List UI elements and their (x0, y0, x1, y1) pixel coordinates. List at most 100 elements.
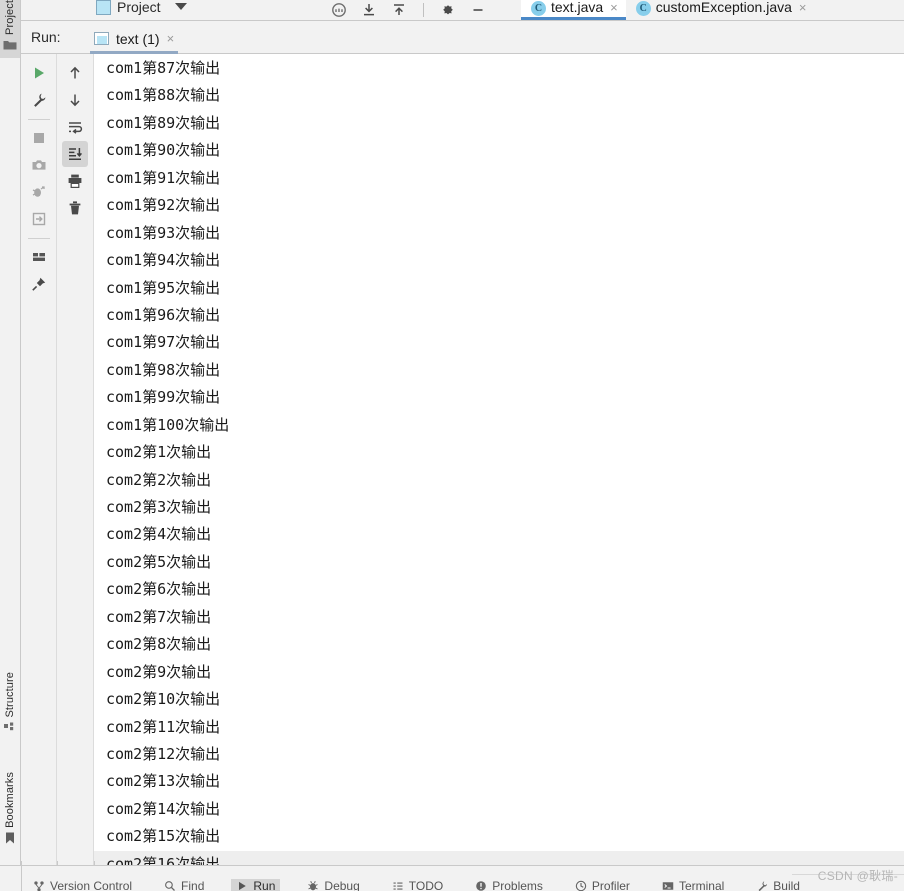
close-icon[interactable]: × (610, 0, 618, 15)
arrow-up-icon (70, 66, 80, 79)
attach-console-button[interactable] (26, 206, 52, 232)
bottom-bar-item-version-control[interactable]: Version Control (28, 879, 137, 891)
editor-tab-label: customException.java (655, 0, 792, 15)
console-line: com1第94次输出 (106, 251, 221, 270)
ide-window: Project Structure Bookmarks Project C te… (0, 0, 904, 891)
layout-settings-button[interactable] (26, 244, 52, 270)
run-toolbar-primary (21, 54, 57, 865)
bottom-bar-item-profiler[interactable]: Profiler (570, 879, 635, 891)
console-line: com1第91次输出 (106, 168, 221, 187)
chevron-down-icon[interactable] (174, 2, 187, 10)
bottom-bar-items: Version Control Find Run Debug TODO Problems P… (28, 879, 805, 891)
project-toolbar (331, 0, 486, 20)
search-icon (164, 880, 176, 891)
console-lines: com1第87次输出 com1第88次输出 com1第89次输出 com1第90次输出… (94, 54, 904, 865)
version-control-icon (33, 880, 45, 891)
bottom-bar-item-label: Version Control (50, 879, 133, 891)
console-line: com2第3次输出 (106, 498, 212, 516)
console-line: com1第97次输出 (106, 333, 221, 352)
bottom-bar-item-problems[interactable]: Problems (470, 879, 548, 891)
console-line: com2第11次输出 (106, 717, 221, 736)
bottom-bar-item-run[interactable]: Run (231, 879, 281, 891)
toolbar-divider (27, 119, 50, 120)
sidebar-item-bookmarks-label: Bookmarks (4, 772, 16, 828)
pin-tab-button[interactable] (26, 271, 52, 297)
project-tool-window-header[interactable]: Project (21, 0, 221, 20)
console-output[interactable]: com1第87次输出 com1第88次输出 com1第89次输出 com1第90次输出… (94, 54, 904, 865)
run-tab-text-1[interactable]: text (1) × (84, 23, 184, 54)
bottom-bar-item-label: Build (773, 879, 800, 891)
todo-icon (392, 880, 404, 891)
close-icon[interactable]: × (167, 31, 175, 46)
bottom-bar-item-label: TODO (408, 879, 444, 891)
collapse-up-icon[interactable] (391, 2, 407, 18)
up-the-stack-trace-button[interactable] (62, 60, 88, 86)
console-line: com1第88次输出 (106, 86, 221, 105)
project-header-label: Project (117, 0, 161, 15)
bottom-bar-item-label: Debug (324, 879, 360, 891)
trash-icon (69, 201, 81, 215)
down-the-stack-trace-button[interactable] (62, 87, 88, 113)
clear-all-button[interactable] (62, 195, 88, 221)
bottom-bar-item-label: Terminal (678, 879, 725, 891)
arrow-down-icon (70, 94, 80, 107)
console-line: com1第93次输出 (106, 223, 221, 242)
settings-gear-icon[interactable] (440, 2, 456, 18)
print-button[interactable] (62, 168, 88, 194)
sidebar-item-structure[interactable]: Structure (0, 672, 20, 764)
editor-tab-bar: C text.java × C customException.java × (521, 0, 815, 21)
close-icon[interactable]: × (799, 0, 807, 15)
stop-button[interactable] (26, 125, 52, 151)
bottom-bar-item-find[interactable]: Find (159, 879, 209, 891)
scroll-to-end-button[interactable] (62, 141, 88, 167)
expand-down-icon[interactable] (361, 2, 377, 18)
bottom-bar-item-debug[interactable]: Debug (302, 879, 364, 891)
console-line: com2第7次输出 (106, 607, 212, 626)
rerun-button[interactable] (26, 60, 52, 86)
bottom-bar-item-label: Problems (492, 879, 543, 891)
console-line: com1第90次输出 (106, 141, 221, 160)
top-strip: Project C text.java × C customException.… (21, 0, 904, 21)
build-icon (756, 880, 768, 891)
bottom-bar-item-terminal[interactable]: Terminal (657, 879, 729, 891)
console-line: com2第14次输出 (106, 799, 221, 818)
sidebar-item-project[interactable]: Project (0, 0, 20, 58)
run-tab-label: text (1) (116, 30, 160, 47)
edit-configuration-button[interactable] (26, 87, 52, 113)
printer-icon (68, 174, 82, 188)
run-tool-window-header: Run: text (1) × (21, 21, 904, 54)
dump-threads-button[interactable] (26, 152, 52, 178)
console-line: com2第13次输出 (106, 772, 221, 791)
console-line: com2第4次输出 (106, 525, 212, 544)
editor-tab-text-java[interactable]: C text.java × (521, 0, 626, 20)
pin-icon (31, 277, 45, 291)
scroll-to-end-icon (69, 148, 82, 160)
java-class-icon: C (635, 0, 651, 16)
stop-square-icon (33, 133, 44, 143)
console-line: com2第12次输出 (106, 744, 221, 763)
wrench-icon (33, 93, 45, 107)
console-line: com1第87次输出 (106, 59, 221, 77)
folder-icon (3, 40, 17, 50)
bug-icon (307, 880, 319, 891)
bug-exit-icon (32, 186, 45, 197)
editor-tab-customexception-java[interactable]: C customException.java × (626, 0, 815, 20)
bottom-bar-item-build[interactable]: Build (751, 879, 805, 891)
console-line: com2第10次输出 (106, 690, 221, 709)
console-line: com2第5次输出 (106, 552, 212, 571)
collapse-all-icon[interactable] (331, 2, 347, 18)
toolbar-divider (423, 3, 424, 17)
console-line: com1第96次输出 (106, 305, 221, 324)
left-tool-stripe: Project Structure Bookmarks (0, 0, 21, 891)
bottom-bar-corner (0, 866, 22, 891)
camera-icon (32, 160, 45, 170)
console-line: com1第98次输出 (106, 360, 221, 379)
sidebar-item-structure-label: Structure (4, 672, 16, 718)
java-class-icon: C (531, 0, 546, 16)
restore-layout-button[interactable] (26, 179, 52, 205)
layout-icon (32, 253, 45, 261)
bottom-bar-item-todo[interactable]: TODO (387, 879, 448, 891)
soft-wrap-button[interactable] (62, 114, 88, 140)
soft-wrap-icon (69, 122, 83, 134)
hide-window-icon[interactable] (470, 2, 486, 18)
